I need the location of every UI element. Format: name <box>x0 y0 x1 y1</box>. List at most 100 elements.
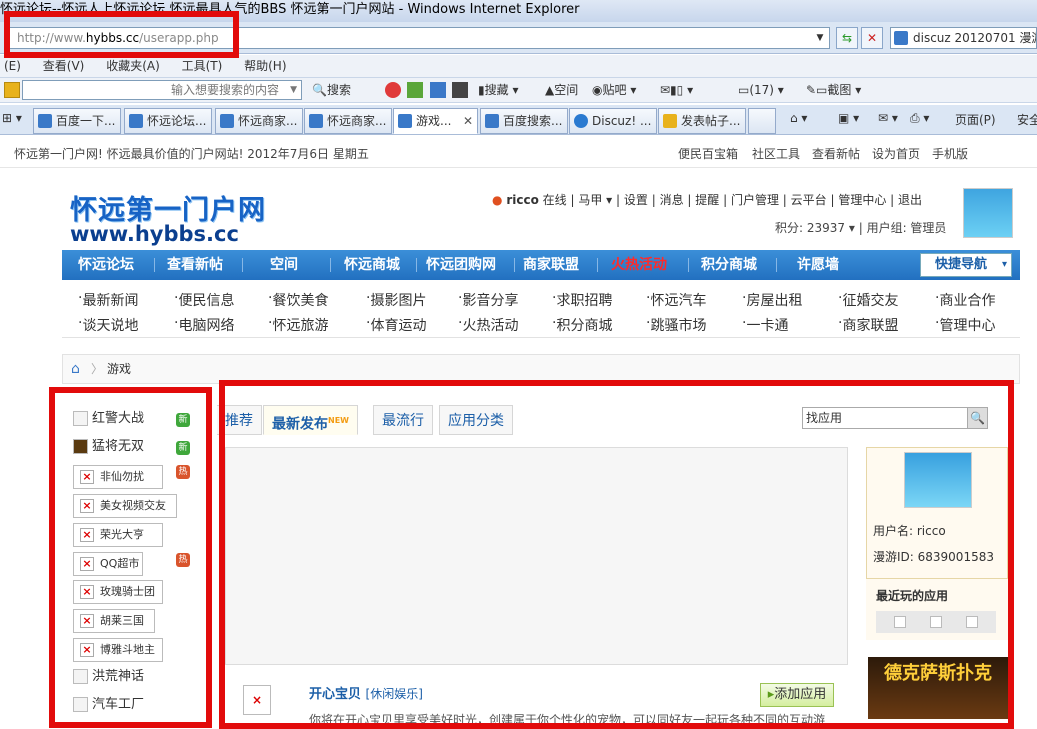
toolbar-collect-button[interactable]: ▮搜藏 ▾ <box>478 78 518 102</box>
subnav-link[interactable]: · 最新新闻 <box>78 290 138 309</box>
toolbar-icon-4[interactable] <box>452 82 468 98</box>
subnav-link[interactable]: · 商业合作 <box>935 290 995 309</box>
feed-icon[interactable]: ▣ ▾ <box>838 111 859 125</box>
quick-nav-button[interactable]: 快捷导航 ▾ <box>920 253 1012 277</box>
tab-1[interactable]: 百度一下... <box>33 108 121 134</box>
app-item[interactable]: × 胡莱三国 <box>73 609 155 633</box>
toolbar-mail-icon[interactable]: ✉▮▯ ▾ <box>660 78 693 102</box>
toolbar-screenshot-button[interactable]: ✎▭截图 ▾ <box>806 78 861 102</box>
app-item[interactable]: 汽车工厂 <box>73 694 144 716</box>
tab-3[interactable]: 怀远商家... <box>215 108 303 134</box>
menu-edit[interactable]: (E) <box>4 59 21 73</box>
site-logo-url[interactable]: www.hybbs.cc <box>70 222 239 246</box>
subnav-link[interactable]: · 征婚交友 <box>838 290 898 309</box>
broken-image-icon[interactable]: × <box>243 685 271 715</box>
app-item[interactable]: 红警大战 <box>73 408 144 430</box>
tab-popular[interactable]: 最流行 <box>373 405 433 435</box>
page-menu[interactable]: 页面(P) <box>955 111 996 128</box>
nav-space[interactable]: 空间 <box>270 250 298 280</box>
tab-7[interactable]: Discuz! ... <box>569 108 657 134</box>
subnav-link[interactable]: · 摄影图片 <box>366 290 426 309</box>
app-title[interactable]: 开心宝贝 [休闲娱乐] <box>309 683 423 702</box>
subnav-link[interactable]: · 怀远旅游 <box>268 315 328 334</box>
toolbar-icon-2[interactable] <box>407 82 423 98</box>
subnav-link[interactable]: · 电脑网络 <box>174 315 234 334</box>
nav-forum[interactable]: 怀远论坛 <box>78 250 134 280</box>
link-logout[interactable]: 退出 <box>898 193 922 207</box>
nav-wish-wall[interactable]: 许愿墙 <box>797 250 839 280</box>
subnav-link[interactable]: · 跳骚市场 <box>646 315 706 334</box>
subnav-link[interactable]: · 一卡通 <box>742 315 788 334</box>
menu-favorites[interactable]: 收藏夹(A) <box>106 59 160 73</box>
subnav-link[interactable]: · 求职招聘 <box>552 290 612 309</box>
tab-recommend[interactable]: 推荐 <box>217 405 262 435</box>
tab-categories[interactable]: 应用分类 <box>439 405 513 435</box>
new-tab-button[interactable] <box>748 108 776 134</box>
link-newposts[interactable]: 查看新帖 <box>812 140 860 168</box>
safety-menu[interactable]: 安全 <box>1017 111 1037 128</box>
stop-icon[interactable]: ✕ <box>861 27 883 49</box>
browser-search-input[interactable]: discuz 20120701 漫游不 <box>890 27 1037 49</box>
link-portal-admin[interactable]: 门户管理 <box>731 193 779 207</box>
print-icon[interactable]: ⎙ ▾ <box>910 111 929 126</box>
subnav-link[interactable]: · 管理中心 <box>935 315 995 334</box>
app-item[interactable]: × 博雅斗地主 <box>73 638 163 662</box>
add-app-button[interactable]: ▸添加应用 <box>760 683 834 707</box>
user-group[interactable]: 用户组: 管理员 <box>867 221 947 235</box>
toolbar-tieba-button[interactable]: ◉贴吧 ▾ <box>592 78 636 102</box>
link-bianmin[interactable]: 便民百宝箱 <box>678 140 738 168</box>
tab-newest[interactable]: 最新发布NEW <box>263 405 358 435</box>
app-banner[interactable] <box>225 447 848 665</box>
close-tab-icon[interactable]: ✕ <box>463 109 473 133</box>
username-link[interactable]: ricco <box>506 193 539 207</box>
menu-help[interactable]: 帮助(H) <box>244 59 286 73</box>
subnav-link[interactable]: · 体育运动 <box>366 315 426 334</box>
app-item[interactable]: 洪荒神话 <box>73 666 144 688</box>
nav-groupbuy[interactable]: 怀远团购网 <box>426 250 496 280</box>
home-icon[interactable]: ⌂ <box>71 355 80 383</box>
link-tools[interactable]: 社区工具 <box>752 140 800 168</box>
subnav-link[interactable]: · 积分商城 <box>552 315 612 334</box>
toolbar-icon-3[interactable] <box>430 82 446 98</box>
subnav-link[interactable]: · 便民信息 <box>174 290 234 309</box>
app-item[interactable]: × 非仙勿扰 <box>73 465 163 489</box>
tab-6[interactable]: 百度搜索... <box>480 108 568 134</box>
find-app-input[interactable]: 找应用 <box>802 407 988 429</box>
toolbar-space-button[interactable]: ▲空间 <box>545 78 578 102</box>
url-field[interactable]: http://www.hybbs.cc/userapp.php ▼ <box>8 27 830 49</box>
tab-2[interactable]: 怀远论坛... <box>124 108 212 134</box>
search-icon[interactable]: 🔍 <box>967 407 988 429</box>
chevron-down-icon[interactable]: ▼ <box>813 29 827 47</box>
subnav-link[interactable]: · 火热活动 <box>458 315 518 334</box>
nav-mall[interactable]: 怀远商城 <box>344 250 400 280</box>
menu-view[interactable]: 查看(V) <box>43 59 85 73</box>
toolbar-search-button[interactable]: 🔍搜索 <box>312 78 351 102</box>
subnav-link[interactable]: · 怀远汽车 <box>646 290 706 309</box>
link-settings[interactable]: 设置 <box>624 193 648 207</box>
recent-app-icon[interactable] <box>966 616 978 628</box>
tab-8[interactable]: 发表帖子... <box>658 108 746 134</box>
subnav-link[interactable]: · 影音分享 <box>458 290 518 309</box>
link-admin-center[interactable]: 管理中心 <box>838 193 886 207</box>
recent-app-icon[interactable] <box>930 616 942 628</box>
app-item[interactable]: × 玫瑰骑士团 <box>73 580 163 604</box>
home-icon[interactable]: ⌂ ▾ <box>790 111 807 125</box>
app-item[interactable]: × 荣光大亨 <box>73 523 163 547</box>
subnav-link[interactable]: · 谈天说地 <box>78 315 138 334</box>
app-item[interactable]: 猛将无双 <box>73 436 144 458</box>
app-category[interactable]: [休闲娱乐] <box>366 687 423 701</box>
nav-merchants[interactable]: 商家联盟 <box>523 250 579 280</box>
tab-4[interactable]: 怀远商家... <box>304 108 392 134</box>
toolbar-count-button[interactable]: ▭(17) ▾ <box>738 78 784 102</box>
mail-icon[interactable]: ✉ ▾ <box>878 111 898 125</box>
link-messages[interactable]: 消息 <box>660 193 684 207</box>
tab-list-icon[interactable]: ⊞ ▾ <box>2 111 22 125</box>
tab-5-active[interactable]: 游戏... ✕ <box>393 108 478 134</box>
panel-avatar[interactable] <box>904 452 972 508</box>
avatar[interactable] <box>963 188 1013 238</box>
recent-app-icon[interactable] <box>894 616 906 628</box>
app-item[interactable]: × QQ超市 <box>73 552 143 576</box>
menu-tools[interactable]: 工具(T) <box>182 59 223 73</box>
subnav-link[interactable]: · 房屋出租 <box>742 290 802 309</box>
app-item[interactable]: × 美女视频交友 <box>73 494 177 518</box>
